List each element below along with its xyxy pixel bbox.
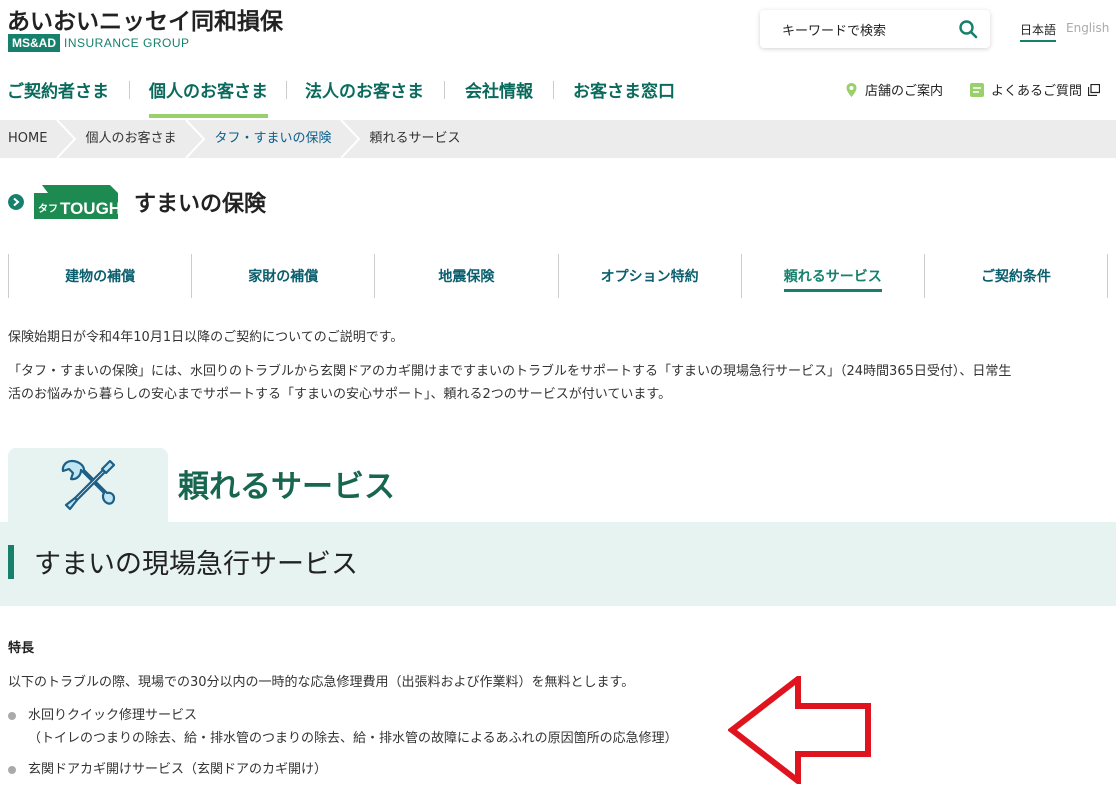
external-link-icon <box>1088 83 1101 96</box>
gnav-contractors[interactable]: ご契約者さま <box>7 72 109 118</box>
tab-household[interactable]: 家財の補償 <box>192 254 376 298</box>
gnav-divider <box>129 81 130 99</box>
store-info-link[interactable]: 店舗のご案内 <box>846 80 943 99</box>
gnav-company-info[interactable]: 会社情報 <box>465 72 533 118</box>
gnav-divider <box>444 81 445 99</box>
map-pin-icon <box>846 82 857 97</box>
store-info-label: 店舗のご案内 <box>865 84 944 99</box>
red-arrow-annotation <box>728 676 871 784</box>
bullet-dot <box>8 765 16 774</box>
tools-icon <box>61 459 116 511</box>
product-tabs: 建物の補償 家財の補償 地震保険 オプション特約 頼れるサービス ご契約条件 <box>8 254 1109 298</box>
lang-japanese[interactable]: 日本語 <box>1020 21 1057 42</box>
chevron-right-icon <box>340 120 361 158</box>
page-title: すまいの保険 <box>134 192 267 217</box>
faq-icon <box>970 82 984 97</box>
page-title-row: タフ TOUGH すまいの保険 <box>8 183 266 221</box>
breadcrumb: HOME 個人のお客さま タフ・すまいの保険 頼れるサービス <box>0 120 1116 158</box>
group-logo: MS&AD INSURANCE GROUP <box>8 34 190 52</box>
msad-badge: MS&AD <box>8 34 60 52</box>
intro-note: 保険始期日が令和4年10月1日以降のご契約についてのご説明です。 <box>8 330 404 345</box>
intro-line-1: 「タフ・すまいの保険」には、水回りのトラブルから玄関ドアのカギ開けまですまいのト… <box>8 364 1012 379</box>
breadcrumb-tough-home[interactable]: タフ・すまいの保険 <box>206 120 339 158</box>
faq-label: よくあるご質問 <box>991 84 1083 99</box>
breadcrumb-individual[interactable]: 個人のお客さま <box>77 120 184 158</box>
site-header: あいおいニッセイ同和損保 MS&AD INSURANCE GROUP キーワード… <box>0 0 1116 120</box>
search-box[interactable]: キーワードで検索 <box>760 10 990 48</box>
search-input[interactable]: キーワードで検索 <box>782 20 886 39</box>
insurance-group-label: INSURANCE GROUP <box>64 36 190 50</box>
company-logo[interactable]: あいおいニッセイ同和損保 <box>7 2 283 36</box>
breadcrumb-current: 頼れるサービス <box>369 131 461 146</box>
global-nav: ご契約者さま 個人のお客さま 法人のお客さま 会社情報 お客さま窓口 <box>0 72 675 118</box>
chevron-right-icon <box>185 120 206 158</box>
chevron-right-icon <box>56 120 77 158</box>
chevron-circle-icon <box>8 194 24 210</box>
intro-line-2: 活のお悩みから暮らしの安心までサポートする「すまいの安心サポート」、頼れる2つの… <box>8 387 672 402</box>
tab-building[interactable]: 建物の補償 <box>9 254 193 298</box>
gnav-divider <box>286 81 287 99</box>
tab-earthquake[interactable]: 地震保険 <box>375 254 559 298</box>
gnav-divider <box>553 81 554 99</box>
services-icon-tab <box>8 448 168 522</box>
list-item: 水回りクイック修理サービス <box>8 704 197 723</box>
gnav-individual[interactable]: 個人のお客さま <box>149 72 268 118</box>
search-icon[interactable] <box>958 19 978 39</box>
gnav-customer-window[interactable]: お客さま窓口 <box>573 72 675 118</box>
faq-link[interactable]: よくあるご質問 <box>970 80 1101 99</box>
list-item: 玄関ドアカギ開けサービス（玄関ドアのカギ開け） <box>8 758 327 777</box>
bullet-dot <box>8 711 16 720</box>
subsection-title: すまいの現場急行サービス <box>34 549 358 580</box>
tough-logo: タフ TOUGH <box>34 185 118 219</box>
lang-english[interactable]: English <box>1066 21 1109 35</box>
feature-heading: 特長 <box>8 641 35 656</box>
svg-text:タフ: タフ <box>38 203 58 215</box>
tab-contract-terms[interactable]: ご契約条件 <box>925 254 1109 298</box>
section-band-bar <box>8 545 14 579</box>
svg-text:TOUGH: TOUGH <box>60 199 118 218</box>
tab-services[interactable]: 頼れるサービス <box>742 254 925 298</box>
gnav-corporate[interactable]: 法人のお客さま <box>305 72 424 118</box>
list-item-detail: （トイレのつまりの除去、給・排水管のつまりの除去、給・排水管の故障によるあふれの… <box>28 731 678 746</box>
feature-description: 以下のトラブルの際、現場での30分以内の一時的な応急修理費用（出張料および作業料… <box>8 675 635 690</box>
tab-options[interactable]: オプション特約 <box>559 254 742 298</box>
section-title: 頼れるサービス <box>178 469 395 505</box>
breadcrumb-home[interactable]: HOME <box>0 120 55 158</box>
